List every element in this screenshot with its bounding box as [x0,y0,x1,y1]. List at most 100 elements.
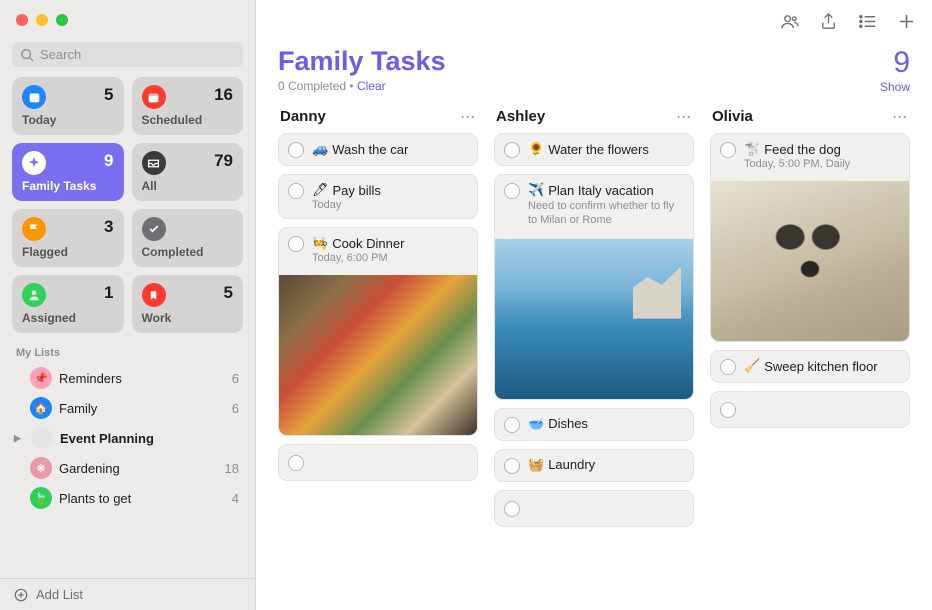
task-complete-toggle[interactable] [288,142,304,158]
sidebar-list-gardening[interactable]: ❋ Gardening 18 [0,453,255,483]
task-title: 🚙 Wash the car [312,141,468,157]
task-card[interactable]: 🌻 Water the flowers [494,133,694,166]
bookmark-icon [142,283,166,307]
task-emoji-icon: 🧹 [744,358,760,374]
sidebar-list-family[interactable]: 🏠 Family 6 [0,393,255,423]
smart-list-count: 5 [104,85,113,105]
list-icon: 🍃 [30,487,52,509]
task-attachment-image[interactable] [711,181,909,341]
task-card[interactable]: 🖊 Pay billsToday [278,174,478,219]
column-more-button[interactable]: ··· [893,110,908,124]
sidebar-lists: My Lists 📌 Reminders 6🏠 Family 6▶ Event … [0,333,255,578]
task-card[interactable]: 🚙 Wash the car [278,133,478,166]
calendar-today-icon [22,85,46,109]
empty-task-slot[interactable] [494,490,694,527]
smart-list-work[interactable]: 5 Work [132,275,244,333]
smart-lists-grid: 5 Today 16 Scheduled 9 Family Tasks 79 A… [0,77,255,333]
task-card[interactable]: 🐩 Feed the dogToday, 5:00 PM, Daily [710,133,910,342]
task-title: 🧺 Laundry [528,457,684,473]
smart-list-assigned[interactable]: 1 Assigned [12,275,124,333]
smart-list-all[interactable]: 79 All [132,143,244,201]
task-card[interactable]: 🧹 Sweep kitchen floor [710,350,910,383]
task-complete-toggle[interactable] [504,458,520,474]
smart-list-count: 79 [214,151,233,171]
empty-task-slot[interactable] [710,391,910,428]
smart-list-count: 1 [104,283,113,303]
flag-icon [22,217,46,241]
person-icon [22,283,46,307]
add-list-button[interactable]: Add List [0,578,255,610]
task-complete-toggle[interactable] [504,183,520,199]
smart-list-flagged[interactable]: 3 Flagged [12,209,124,267]
task-complete-toggle[interactable] [720,402,736,418]
sidebar-list-reminders[interactable]: 📌 Reminders 6 [0,363,255,393]
share-button[interactable] [819,12,838,34]
main-panel: Family Tasks 0 Completed • Clear 9 Show … [256,0,932,610]
task-complete-toggle[interactable] [288,455,304,471]
list-header: Family Tasks 0 Completed • Clear 9 Show [256,46,932,100]
task-title: 🥣 Dishes [528,416,684,432]
task-card[interactable]: 🧺 Laundry [494,449,694,482]
task-complete-toggle[interactable] [720,359,736,375]
smart-list-count: 16 [214,85,233,105]
show-completed-toggle[interactable]: Show [880,80,910,94]
task-emoji-icon: 🚙 [312,141,328,157]
task-complete-toggle[interactable] [504,501,520,517]
task-complete-toggle[interactable] [720,142,736,158]
task-card[interactable]: 🧑‍🍳 Cook DinnerToday, 6:00 PM [278,227,478,436]
search-input[interactable]: Search [12,42,243,67]
column-more-button[interactable]: ··· [461,110,476,124]
task-attachment-image[interactable] [279,275,477,435]
task-complete-toggle[interactable] [288,236,304,252]
column-name: Olivia [712,108,753,125]
task-emoji-icon: 🧑‍🍳 [312,235,328,251]
task-subtitle: Today [312,199,468,211]
share-icon [819,12,838,31]
column-more-button[interactable]: ··· [677,110,692,124]
sidebar-list-event-planning[interactable]: ▶ Event Planning [0,423,255,453]
window-controls [0,0,255,36]
disclosure-icon: ▶ [14,433,24,444]
task-complete-toggle[interactable] [504,142,520,158]
task-complete-toggle[interactable] [288,183,304,199]
collaborate-button[interactable] [780,12,799,34]
smart-list-count: 5 [224,283,233,303]
fullscreen-window[interactable] [56,14,68,26]
sidebar-list-plants-to-get[interactable]: 🍃 Plants to get 4 [0,483,255,513]
list-icon [31,427,53,449]
list-count: 4 [232,491,239,506]
smart-list-today[interactable]: 5 Today [12,77,124,135]
completed-subheader: 0 Completed • Clear [278,79,880,93]
sidebar: Search 5 Today 16 Scheduled 9 Family Tas… [0,0,256,610]
toolbar [256,0,932,46]
task-emoji-icon: 🥣 [528,416,544,432]
task-card[interactable]: ✈️ Plan Italy vacationNeed to confirm wh… [494,174,694,400]
smart-list-name: All [142,179,234,193]
list-count: 9 [880,46,910,80]
task-complete-toggle[interactable] [504,417,520,433]
empty-task-slot[interactable] [278,444,478,481]
check-icon [142,217,166,241]
list-name: Event Planning [60,431,232,446]
smart-list-scheduled[interactable]: 16 Scheduled [132,77,244,135]
plus-icon [897,12,916,31]
task-subtitle: Today, 6:00 PM [312,252,468,264]
list-icon: 🏠 [30,397,52,419]
task-attachment-image[interactable] [495,239,693,399]
smart-list-name: Work [142,311,234,325]
task-emoji-icon: ✈️ [528,182,544,198]
search-icon [20,48,34,62]
task-card[interactable]: 🥣 Dishes [494,408,694,441]
task-emoji-icon: 🧺 [528,457,544,473]
minimize-window[interactable] [36,14,48,26]
list-bullet-icon [858,12,877,31]
smart-list-completed[interactable]: Completed [132,209,244,267]
view-options-button[interactable] [858,12,877,34]
clear-completed-button[interactable]: Clear [357,79,386,93]
add-reminder-button[interactable] [897,12,916,34]
close-window[interactable] [16,14,28,26]
column-danny: Danny ···🚙 Wash the car🖊 Pay billsToday🧑… [278,106,478,598]
sidebar-section-header: My Lists [0,343,255,363]
smart-list-family-tasks[interactable]: 9 Family Tasks [12,143,124,201]
task-emoji-icon: 🖊 [312,182,329,198]
